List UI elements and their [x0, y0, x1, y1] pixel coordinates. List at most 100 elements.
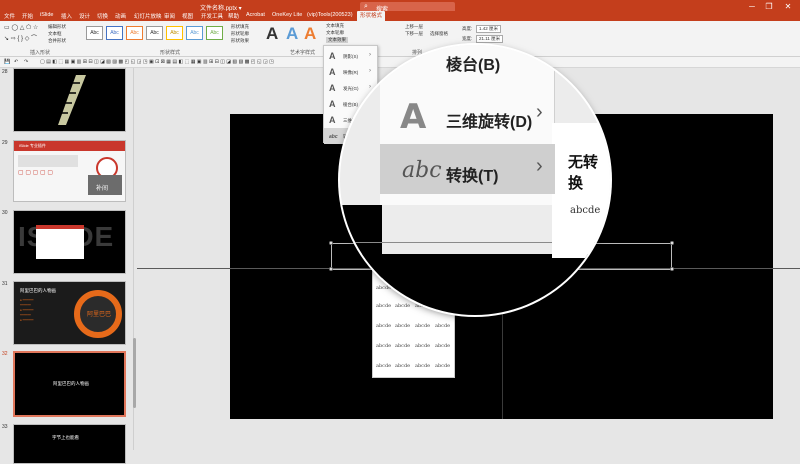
text-box-button[interactable]: 文本框	[48, 31, 62, 37]
transform-icon: abc	[329, 134, 338, 140]
tab-acrobat[interactable]: Acrobat	[246, 12, 265, 18]
wordart-style-2[interactable]: A	[286, 24, 298, 44]
tab-transitions[interactable]: 切换	[97, 12, 108, 20]
reflection-icon: A	[329, 67, 336, 77]
tab-insert[interactable]: 插入	[61, 12, 72, 20]
warp-option[interactable]: abcde	[376, 363, 391, 369]
menu-item-label: 棱台(B)	[343, 102, 358, 107]
width-label: 宽度:	[462, 36, 473, 41]
shape-style-4[interactable]: Abc	[146, 26, 163, 40]
width-input[interactable]: 21.11 厘米	[476, 35, 504, 43]
text-fill-button[interactable]: 文本填充	[326, 23, 344, 29]
save-icon[interactable]: 💾	[4, 59, 10, 65]
wordart-style-3[interactable]: A	[304, 24, 316, 44]
shape-outline-button[interactable]: 形状轮廓	[231, 31, 249, 37]
tab-islide[interactable]: iSlide	[40, 12, 53, 18]
menu-item-shadow[interactable]: A 阴影(S) ›	[324, 48, 379, 64]
shape-style-5[interactable]: Abc	[166, 26, 183, 40]
bevel-icon: A	[329, 99, 336, 109]
undo-icon[interactable]: ↶	[14, 59, 18, 65]
tab-shape-format[interactable]: 形状格式	[357, 11, 386, 21]
warp-option[interactable]: abcde	[395, 363, 410, 369]
slide-thumbnail-28[interactable]	[13, 68, 126, 132]
resize-handle[interactable]	[329, 267, 333, 271]
slide-thumbnail-33[interactable]: 字节上也能看	[13, 424, 126, 464]
warp-option[interactable]: abcde	[435, 323, 450, 329]
resize-handle[interactable]	[329, 241, 333, 245]
shape-gallery-icon[interactable]: ▭ ◯ △ ⬠ ☆	[4, 24, 38, 31]
warp-option[interactable]: abcde	[376, 343, 391, 349]
no-transform-option[interactable]: abcde	[570, 205, 600, 216]
wordart-style-1[interactable]: A	[266, 24, 278, 44]
warp-option[interactable]: abcde	[395, 343, 410, 349]
merge-shapes-button[interactable]: 合并形状	[48, 38, 66, 44]
warp-option[interactable]: abcde	[435, 343, 450, 349]
slide-number: 33	[2, 424, 8, 430]
shape-style-3[interactable]: Abc	[126, 26, 143, 40]
tab-home[interactable]: 开始	[22, 12, 33, 20]
shape-gallery-row2-icon[interactable]: ↘ ⇨ { } ◇ ⌒	[4, 33, 37, 42]
slide-number: 29	[2, 140, 8, 146]
shape-style-7[interactable]: Abc	[206, 26, 223, 40]
tab-review[interactable]: 审阅	[164, 12, 175, 20]
3d-rotation-icon: A	[400, 97, 427, 137]
bevel-icon: A	[404, 45, 418, 58]
magnified-item-3d-rotation[interactable]: A 三维旋转(D) ›	[380, 91, 555, 141]
selection-pane-button[interactable]: 选择窗格	[430, 31, 448, 37]
stairs-graphic	[58, 75, 86, 125]
redo-icon[interactable]: ↷	[24, 59, 28, 65]
warp-option[interactable]: abcde	[395, 323, 410, 329]
group-label-wordart-styles: 艺术字样式	[290, 50, 316, 56]
height-label: 高度:	[462, 26, 473, 31]
slide-thumbnail-30[interactable]: ISLIDE	[13, 210, 126, 274]
slide-thumbnail-31[interactable]: 阿里巴巴的人物画 ● ━━━━━━ ━━━━━━ ● ━━━━━━ ━━━━━━ ● ━…	[13, 281, 126, 345]
tab-design[interactable]: 设计	[79, 12, 90, 20]
shape-style-1[interactable]: Abc	[86, 26, 103, 40]
slide-thumbnail-29[interactable]: iSlide 专业插件 ▢ ▢ ▢ ▢ ▢ 补间	[13, 140, 126, 202]
warp-option[interactable]: abcde	[415, 323, 430, 329]
warp-option[interactable]: abcde	[415, 343, 430, 349]
shape-style-2[interactable]: Abc	[106, 26, 123, 40]
edit-shape-button[interactable]: 编辑形状	[48, 24, 66, 30]
magnified-slide-area	[340, 254, 610, 315]
shape-fill-button[interactable]: 形状填充	[231, 24, 249, 30]
tab-animations[interactable]: 动画	[115, 12, 126, 20]
warp-option[interactable]: abcde	[376, 323, 391, 329]
bring-forward-button[interactable]: 上移一层	[405, 24, 423, 30]
menu-item-reflection[interactable]: A 映像(R) ›	[324, 64, 379, 80]
text-effects-button[interactable]: 文本效果	[326, 37, 348, 43]
magnified-item-bevel[interactable]: A 棱台(B)	[380, 45, 555, 95]
resize-handle[interactable]	[670, 241, 674, 245]
thumbnail-scrollbar[interactable]	[133, 338, 136, 408]
warp-option[interactable]: abcde	[435, 363, 450, 369]
shadow-icon: A	[329, 51, 336, 61]
tab-view[interactable]: 视图	[182, 12, 193, 20]
toolbar-icons[interactable]: ▢ ▤ ◧ ⬚ ▦ ▣ ▥ ⊞ ⊟ ◫ ◪ ▧ ▨ ▩ ◰ ◱ ◲ ◳ ▣ ⊡ …	[40, 59, 274, 65]
send-backward-button[interactable]: 下移一层	[405, 31, 423, 37]
slide-thumbnail-32[interactable]: 阿里巴巴的人物画	[13, 351, 126, 417]
tab-file[interactable]: 文件	[4, 12, 15, 20]
height-input[interactable]: 1.42 厘米	[476, 25, 502, 33]
magnified-label-3d-rotation: 三维旋转(D)	[446, 114, 533, 131]
menu-item-label: 映像(R)	[343, 70, 359, 75]
transform-icon: abc	[402, 158, 442, 183]
tab-slideshow[interactable]: 幻灯片放映	[134, 12, 162, 20]
tab-onekey[interactable]: OneKey Lite	[272, 12, 302, 18]
tab-developer[interactable]: 开发工具	[201, 12, 223, 20]
tab-vip-tools[interactable]: (vip)Tools(200523)	[307, 12, 353, 18]
thumb-title: 阿里巴巴的人物画	[53, 381, 89, 386]
tab-help[interactable]: 帮助	[228, 12, 239, 20]
no-transform-heading: 无转换	[568, 154, 599, 192]
shape-style-6[interactable]: Abc	[186, 26, 203, 40]
thumb-title: iSlide 专业插件	[19, 143, 46, 148]
slide-number: 31	[2, 281, 8, 287]
magnified-label-transform: 转换(T)	[446, 168, 499, 185]
menu-item-label: 发光(G)	[343, 86, 359, 91]
thumb-title: 阿里巴巴的人物画	[20, 288, 56, 293]
warp-option[interactable]: abcde	[415, 363, 430, 369]
shape-effects-button[interactable]: 形状效果	[231, 38, 249, 44]
magnified-item-transform[interactable]: abc 转换(T) ›	[380, 144, 555, 194]
text-outline-button[interactable]: 文本轮廓	[326, 30, 344, 36]
search-icon: ⌕	[364, 3, 368, 10]
resize-handle[interactable]	[670, 267, 674, 271]
